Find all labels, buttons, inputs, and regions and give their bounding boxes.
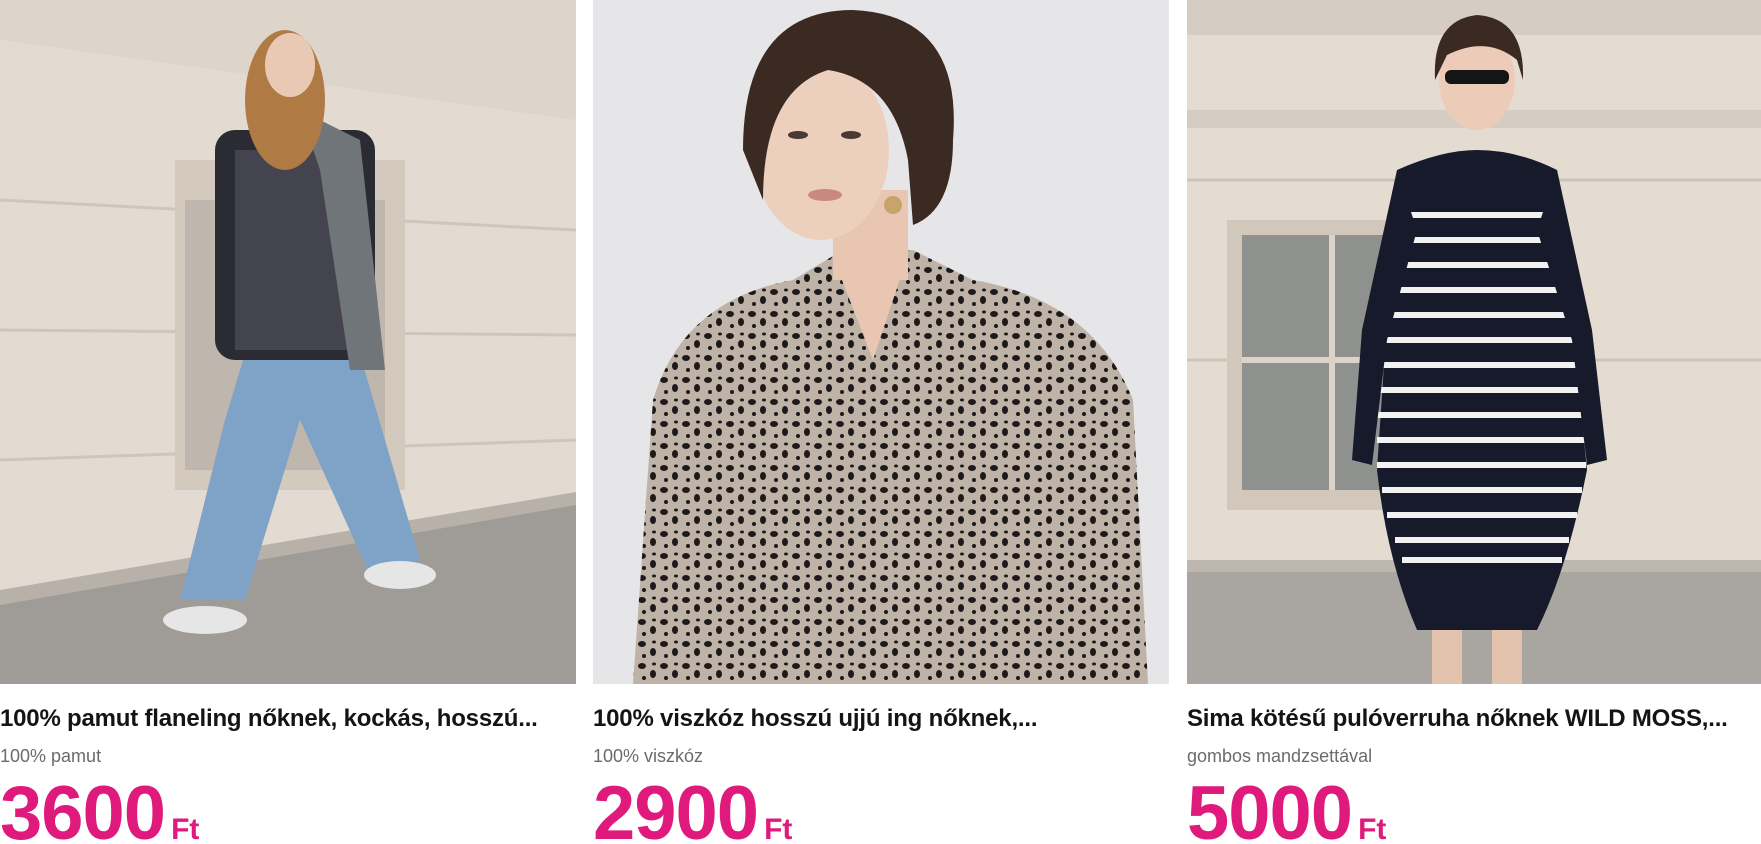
price-currency: Ft <box>764 813 793 844</box>
product-image[interactable] <box>0 0 576 684</box>
price-amount: 5000 <box>1187 771 1353 844</box>
product-title[interactable]: Sima kötésű pulóverruha nőknek WILD MOSS… <box>1187 705 1761 733</box>
product-title[interactable]: 100% pamut flaneling nőknek, kockás, hos… <box>0 705 576 733</box>
product-title[interactable]: 100% viszkóz hosszú ujjú ing nőknek,... <box>593 705 1169 733</box>
product-material: gombos mandzsettával <box>1187 746 1373 766</box>
product-price: 2900 Ft <box>593 776 792 844</box>
price-currency: Ft <box>171 813 200 844</box>
product-price: 3600 Ft <box>0 776 199 844</box>
product-grid: 100% pamut flaneling nőknek, kockás, hos… <box>0 0 1761 844</box>
product-image[interactable] <box>1187 0 1761 684</box>
product-image[interactable] <box>593 0 1169 684</box>
product-material: 100% viszkóz <box>593 746 704 766</box>
product-material: 100% pamut <box>0 746 102 766</box>
product-card[interactable]: 100% pamut flaneling nőknek, kockás, hos… <box>0 0 576 844</box>
product-card[interactable]: Sima kötésű pulóverruha nőknek WILD MOSS… <box>1187 0 1761 844</box>
price-currency: Ft <box>1358 813 1387 844</box>
product-card[interactable]: 100% viszkóz hosszú ujjú ing nőknek,... … <box>593 0 1169 844</box>
product-price: 5000 Ft <box>1187 776 1386 844</box>
price-amount: 2900 <box>593 771 759 844</box>
product-photo-striped-dress <box>1187 0 1761 684</box>
product-photo-leopard-shirt <box>593 0 1169 684</box>
product-photo-plaid-shirt <box>0 0 576 684</box>
price-amount: 3600 <box>0 771 166 844</box>
